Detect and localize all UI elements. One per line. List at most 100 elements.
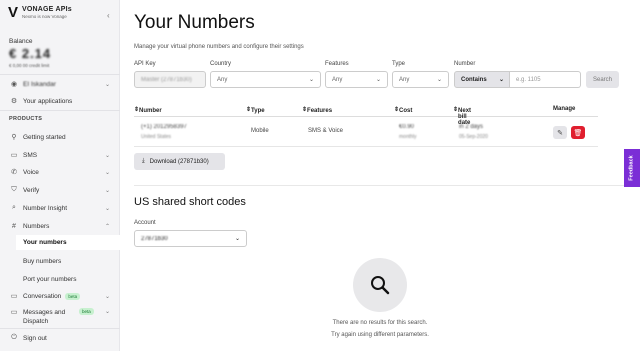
rocket-icon: ⚲ xyxy=(11,134,17,141)
search-icon: ⌕ xyxy=(12,204,16,211)
api-key-value: Master (27871b30) xyxy=(141,76,192,83)
sidebar-item-messages-dispatch[interactable]: ▭ Messages and Dispatch beta ⌄ xyxy=(0,308,120,328)
chevron-down-icon: ⌄ xyxy=(104,309,110,315)
sidebar-item-label: Verify xyxy=(23,186,40,194)
balance-label: Balance xyxy=(9,38,33,45)
user-icon: ◉ xyxy=(10,81,18,88)
trash-icon: 🗑 xyxy=(573,129,583,137)
divider xyxy=(0,328,120,329)
sidebar-item-label: SMS xyxy=(23,151,38,159)
col-features-label: Features xyxy=(307,108,333,114)
brand-name: VONAGE APIs xyxy=(22,6,72,13)
collapse-sidebar-icon[interactable]: ‹ xyxy=(107,11,110,20)
sidebar-item-your-numbers[interactable]: Your numbers xyxy=(16,235,122,250)
download-label: Download (27871b30) xyxy=(149,158,209,165)
type-select[interactable]: Any ⌄ xyxy=(392,71,449,88)
main-content: Your Numbers Manage your virtual phone n… xyxy=(120,0,640,351)
number-cell: (+1) 2012958397 xyxy=(141,124,187,130)
sidebar-item-label: Your numbers xyxy=(23,239,67,246)
empty-state-illustration xyxy=(353,258,407,312)
sidebar-item-label: Conversation xyxy=(23,292,62,300)
col-bill-date[interactable]: ⇕ Next bill date xyxy=(453,106,471,126)
brand-sub: Nexmo is now Vonage xyxy=(22,14,67,19)
account-menu[interactable]: ◉ EI Iskandar ⌄ xyxy=(0,78,120,90)
shield-icon: ⛉ xyxy=(11,186,17,193)
type-cell: Mobile xyxy=(251,128,269,134)
number-match-select[interactable]: Contains ⌄ xyxy=(454,71,510,88)
edit-button[interactable]: ✎ xyxy=(553,126,567,139)
sidebar-item-label: Getting started xyxy=(23,133,66,141)
phone-icon: ✆ xyxy=(11,169,17,176)
sidebar-item-sms[interactable]: ▭ SMS ⌄ xyxy=(0,149,120,161)
col-features[interactable]: ⇕ Features xyxy=(302,106,332,114)
col-number[interactable]: ⇕ Number xyxy=(134,106,162,114)
api-key-field: Master (27871b30) xyxy=(134,71,206,88)
account-value: 27871b30 xyxy=(141,235,168,242)
empty-hint: Try again using different parameters. xyxy=(331,332,429,338)
delete-button[interactable]: 🗑 xyxy=(571,126,585,139)
download-icon: ⤓ xyxy=(142,158,145,164)
sidebar-item-apps[interactable]: ⚙ Your applications xyxy=(0,95,120,107)
chevron-down-icon: ⌄ xyxy=(104,152,110,159)
sidebar-item-buy-numbers[interactable]: Buy numbers xyxy=(0,255,120,267)
messages-icon: ▭ xyxy=(10,309,18,316)
number-search-input[interactable]: e.g. 1105 xyxy=(510,71,581,88)
sidebar-item-label: Buy numbers xyxy=(23,257,62,265)
sidebar-item-verify[interactable]: ⛉ Verify ⌄ xyxy=(0,184,120,196)
chat-icon: ▭ xyxy=(10,293,18,300)
col-number-label: Number xyxy=(139,108,162,114)
vonage-logo-icon: V xyxy=(8,4,19,21)
sidebar-item-numbers[interactable]: # Numbers ⌃ xyxy=(0,220,120,232)
balance-value: € 2.14 xyxy=(9,46,52,61)
beta-badge: beta xyxy=(65,292,81,300)
features-cell: SMS & Voice xyxy=(308,128,344,134)
chevron-down-icon: ⌄ xyxy=(104,169,110,176)
power-icon: ⏻ xyxy=(11,334,17,341)
short-codes-title: US shared short codes xyxy=(134,196,246,208)
search-button[interactable]: Search xyxy=(586,71,619,88)
chevron-down-icon: ⌄ xyxy=(104,81,110,88)
sidebar-item-label: Number Insight xyxy=(23,204,68,212)
account-name: EI Iskandar xyxy=(23,80,56,88)
col-type-label: Type xyxy=(251,108,265,114)
sidebar: V VONAGE APIs Nexmo is now Vonage ‹ Bala… xyxy=(0,0,122,351)
sidebar-item-getting-started[interactable]: ⚲ Getting started xyxy=(0,131,120,143)
chevron-down-icon: ⌄ xyxy=(104,293,110,300)
features-value: Any xyxy=(332,76,343,83)
chevron-up-icon: ⌃ xyxy=(104,223,110,230)
col-type[interactable]: ⇕ Type xyxy=(246,106,265,114)
sidebar-item-label: Your applications xyxy=(23,97,73,105)
col-cost[interactable]: ⇕ Cost xyxy=(394,106,412,114)
hash-icon: # xyxy=(12,222,16,230)
empty-message: There are no results for this search. xyxy=(332,320,428,326)
account-label: Account xyxy=(134,220,156,226)
api-key-label: API Key xyxy=(134,61,156,67)
cost-cell: €0.90 xyxy=(399,124,415,130)
sidebar-item-number-insight[interactable]: ⌕ Number Insight ⌄ xyxy=(0,202,120,214)
country-select[interactable]: Any ⌄ xyxy=(210,71,321,88)
type-label: Type xyxy=(392,61,406,67)
apps-icon: ⚙ xyxy=(10,98,18,105)
sidebar-item-voice[interactable]: ✆ Voice ⌄ xyxy=(0,166,120,178)
country-value: Any xyxy=(217,76,228,83)
table-row: (+1) 2012958397 United States Mobile SMS… xyxy=(134,118,598,147)
brand[interactable]: V VONAGE APIs Nexmo is now Vonage xyxy=(8,4,72,21)
type-value: Any xyxy=(399,76,410,83)
table-header: ⇕ Number ⇕ Type ⇕ Features ⇕ Cost ⇕ Next… xyxy=(134,104,598,126)
features-label: Features xyxy=(325,61,349,67)
download-button[interactable]: ⤓ Download (27871b30) xyxy=(134,153,225,170)
sidebar-item-conversation[interactable]: ▭ Conversation beta ⌄ xyxy=(0,290,120,302)
sign-out[interactable]: ⏻ Sign out xyxy=(0,332,120,344)
sidebar-item-port-numbers[interactable]: Port your numbers xyxy=(0,273,120,285)
divider xyxy=(0,110,120,111)
col-manage: Manage xyxy=(553,106,576,112)
balance-sub: € 0,00 00 credit limit xyxy=(9,63,50,68)
feedback-tab[interactable]: Feedback xyxy=(624,149,640,187)
sidebar-item-label: Numbers xyxy=(23,222,50,230)
sign-out-label: Sign out xyxy=(23,334,47,342)
number-match-value: Contains xyxy=(461,76,487,83)
account-select[interactable]: 27871b30 ⌄ xyxy=(134,230,247,247)
chevron-down-icon: ⌄ xyxy=(498,77,504,83)
chevron-down-icon: ⌄ xyxy=(436,77,442,83)
features-select[interactable]: Any ⌄ xyxy=(325,71,388,88)
